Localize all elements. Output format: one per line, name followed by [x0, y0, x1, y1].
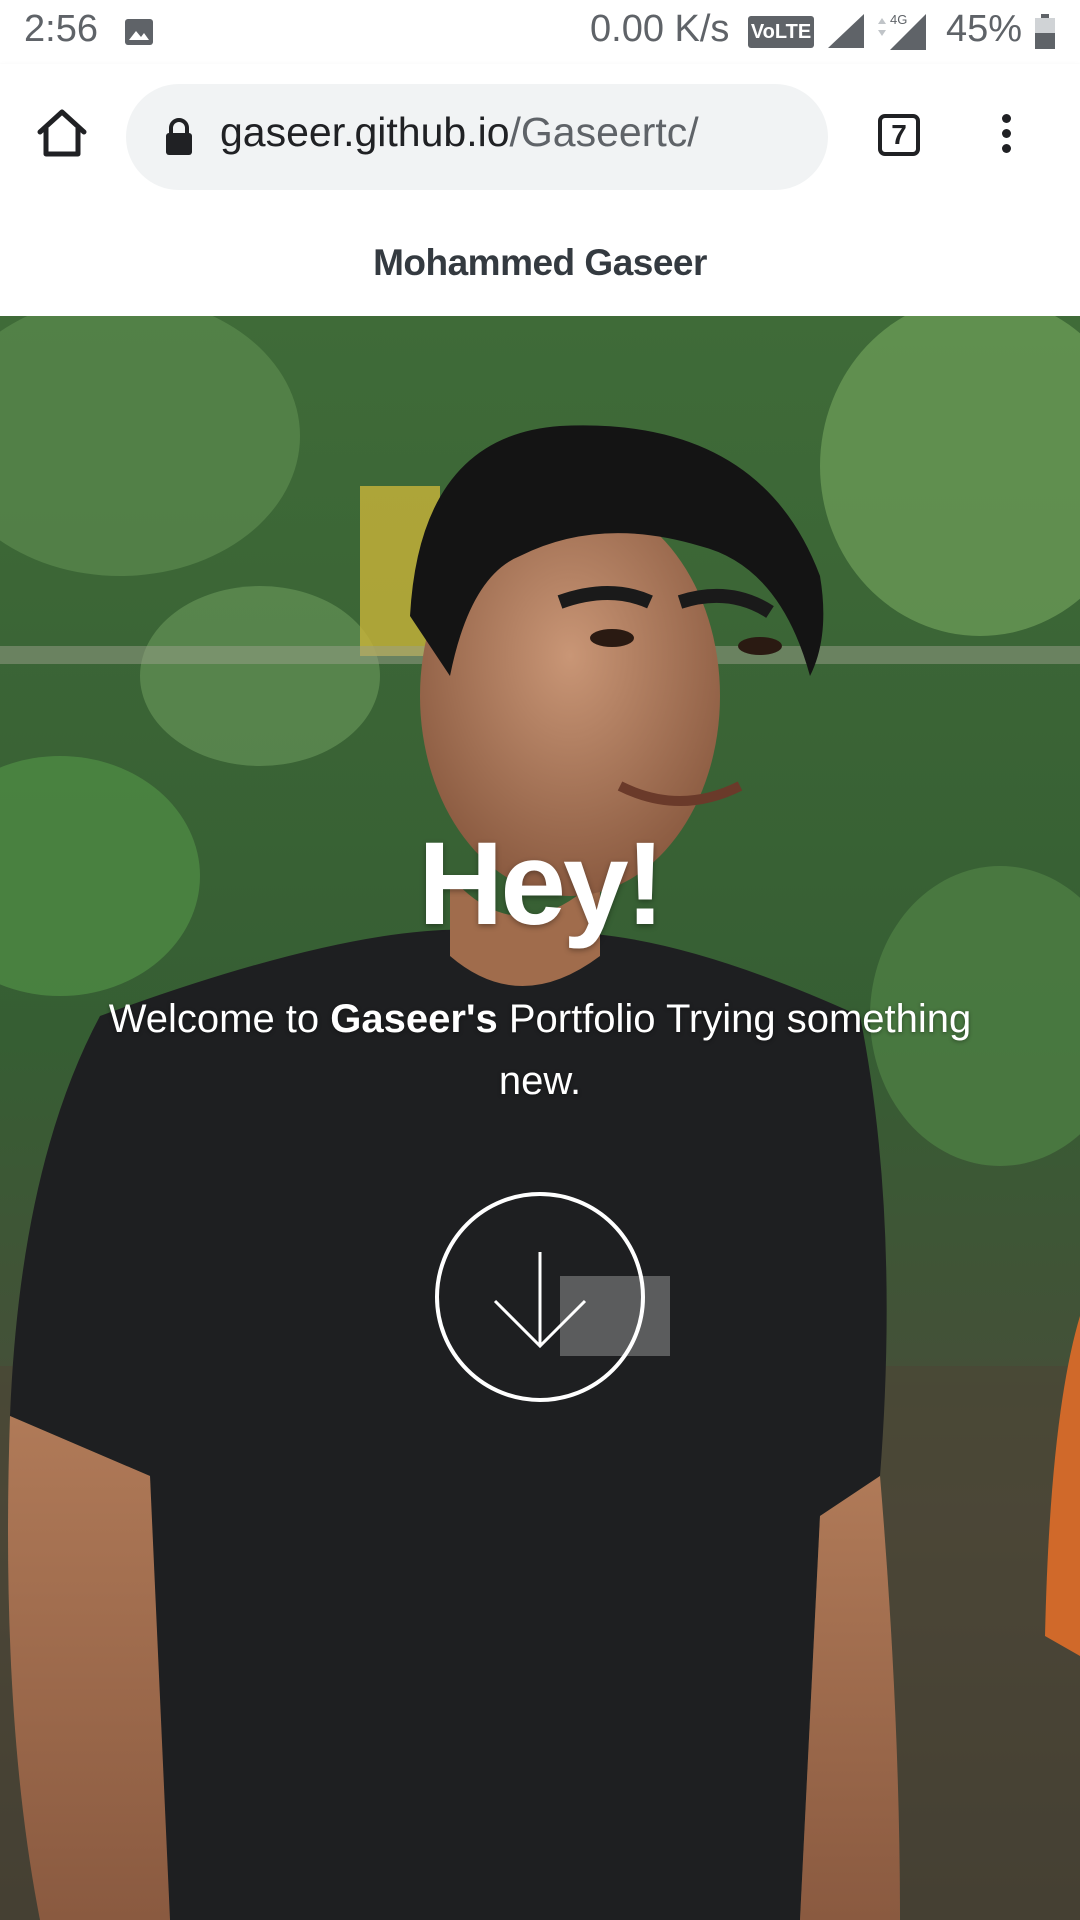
arrow-down-icon [493, 1252, 587, 1349]
scroll-down-button[interactable] [435, 1192, 645, 1402]
hero-subtitle-name: Gaseer's [330, 997, 498, 1041]
hero-heading: Hey! [418, 818, 665, 950]
tab-count: 7 [891, 119, 907, 150]
volte-badge: VoLTE [748, 16, 814, 48]
mobile-data-signal-icon: 4G [878, 12, 926, 50]
battery-percent: 45% [946, 8, 1023, 50]
url-text: gaseer.github.io/Gaseertc/ [220, 109, 699, 156]
menu-icon[interactable] [995, 114, 1017, 158]
lock-icon [166, 118, 192, 155]
hero-subtitle: Welcome to Gaseer's Portfolio Trying som… [95, 988, 985, 1112]
status-bar: 2:56 0.00 K/s VoLTE 4G 45% [0, 0, 1080, 64]
image-notification-icon [125, 19, 153, 45]
hero-subtitle-prefix: Welcome to [108, 997, 331, 1041]
hero-background-photo [0, 316, 1080, 1920]
tabs-icon[interactable]: 7 [878, 114, 920, 156]
battery-icon [1035, 14, 1055, 49]
signal-icon [828, 14, 864, 48]
hero-subtitle-suffix: Portfolio Trying something new. [497, 997, 972, 1103]
hero-section: Hey! Welcome to Gaseer's Portfolio Tryin… [0, 316, 1080, 1920]
url-path: /Gaseertc/ [509, 109, 699, 155]
network-speed: 0.00 K/s [590, 8, 730, 50]
url-host: gaseer.github.io [220, 109, 510, 155]
status-time: 2:56 [24, 8, 98, 50]
home-icon[interactable] [36, 108, 88, 158]
browser-toolbar: gaseer.github.io/Gaseertc/ 7 [0, 64, 1080, 210]
site-title[interactable]: Mohammed Gaseer [373, 242, 707, 284]
site-navbar: Mohammed Gaseer [0, 210, 1080, 317]
network-type-label: 4G [890, 12, 907, 27]
address-bar[interactable]: gaseer.github.io/Gaseertc/ [126, 84, 828, 190]
